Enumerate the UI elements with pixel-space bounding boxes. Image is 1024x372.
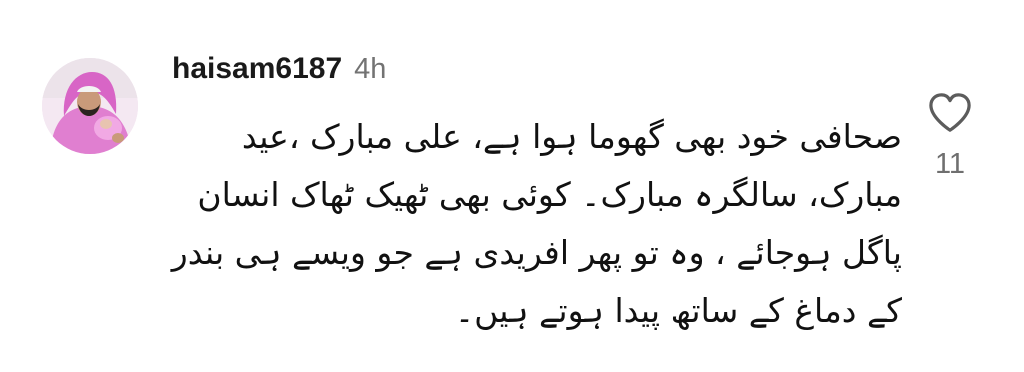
like-button[interactable] [927, 92, 973, 134]
avatar-image [42, 58, 138, 154]
heart-outline-icon [929, 93, 971, 132]
comment-item: haisam6187 4h صحافی خود بھی گھوما ہوا ہے… [0, 0, 1024, 372]
username-link[interactable]: haisam6187 [172, 52, 342, 86]
comment-text-line: کے دماغ کے ساتھ پیدا ہوتے ہیں۔ [454, 291, 902, 330]
comment-text-line: پاگل ہوجائے ، وہ تو پھر افریدی ہے جو ویس… [171, 233, 902, 272]
comment-text-line: مبارک، سالگرہ مبارک۔ کوئی بھی ٹھیک ٹھاک … [197, 175, 902, 214]
like-area: 11 [924, 92, 976, 181]
like-count: 11 [934, 148, 966, 180]
timestamp: 4h [354, 53, 387, 85]
avatar[interactable] [42, 58, 138, 154]
comment-text: صحافی خود بھی گھوما ہوا ہے، علی مبارک ،ع… [170, 108, 902, 340]
comment-header: haisam6187 4h [172, 52, 386, 92]
comment-text-line: صحافی خود بھی گھوما ہوا ہے، علی مبارک ،ع… [241, 117, 902, 156]
